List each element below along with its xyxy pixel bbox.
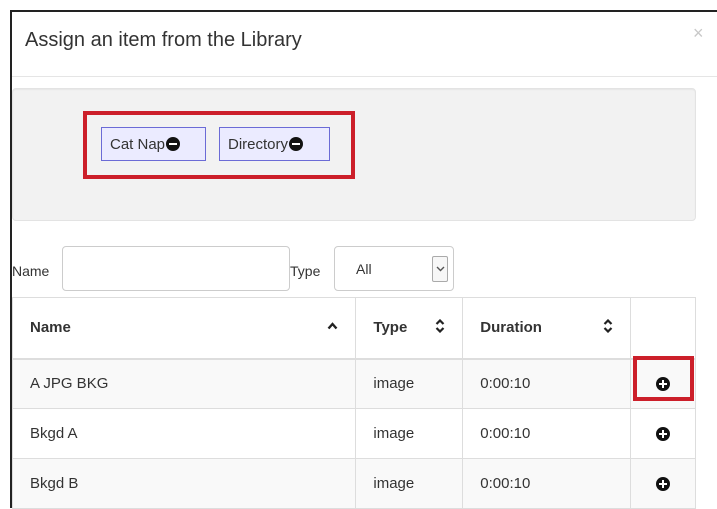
column-header-name[interactable]: Name	[11, 297, 357, 360]
caret-up-icon	[327, 322, 338, 330]
add-plus-icon[interactable]	[656, 427, 671, 442]
highlight-box-add-button	[633, 356, 694, 401]
cell-action	[630, 458, 696, 509]
modal-header: Assign an item from the Library	[12, 12, 717, 77]
column-header-label: Duration	[480, 319, 542, 337]
column-header-duration[interactable]: Duration	[462, 297, 632, 360]
column-header-type[interactable]: Type	[355, 297, 464, 360]
table-header-row: Name Type Duration	[11, 297, 696, 360]
type-filter-label: Type	[290, 263, 321, 279]
column-header-label: Name	[30, 319, 71, 337]
cell-name: Bkgd A	[11, 408, 357, 459]
add-plus-icon[interactable]	[656, 477, 671, 492]
table-row[interactable]: Bkgd B image 0:00:10	[11, 458, 696, 509]
type-filter-select[interactable]: All	[334, 246, 454, 291]
cell-type: image	[355, 408, 464, 459]
column-header-label: Type	[373, 319, 408, 337]
cell-name: Bkgd B	[11, 458, 357, 509]
sort-icon	[603, 319, 613, 333]
library-table: Name Type Duration A JPG BKG image 0:00:…	[11, 297, 696, 509]
cell-name: A JPG BKG	[11, 358, 357, 409]
sort-icon	[436, 319, 445, 333]
column-header-action	[630, 297, 696, 360]
table-row[interactable]: Bkgd A image 0:00:10	[11, 408, 696, 459]
name-filter-label: Name	[12, 263, 50, 279]
cell-type: image	[355, 358, 464, 409]
name-filter-input[interactable]	[62, 246, 290, 291]
type-select-value: All	[356, 261, 372, 277]
cell-duration: 0:00:10	[462, 358, 632, 409]
cell-action	[630, 408, 696, 459]
cell-type: image	[355, 458, 464, 509]
select-arrow-button[interactable]	[432, 256, 448, 282]
cell-duration: 0:00:10	[462, 458, 632, 509]
table-row[interactable]: A JPG BKG image 0:00:10	[11, 358, 696, 409]
cell-duration: 0:00:10	[462, 408, 632, 459]
close-icon[interactable]: ×	[693, 24, 709, 42]
modal-title: Assign an item from the Library	[25, 29, 302, 51]
highlight-box-tags	[83, 111, 355, 179]
chevron-down-icon	[436, 266, 445, 272]
